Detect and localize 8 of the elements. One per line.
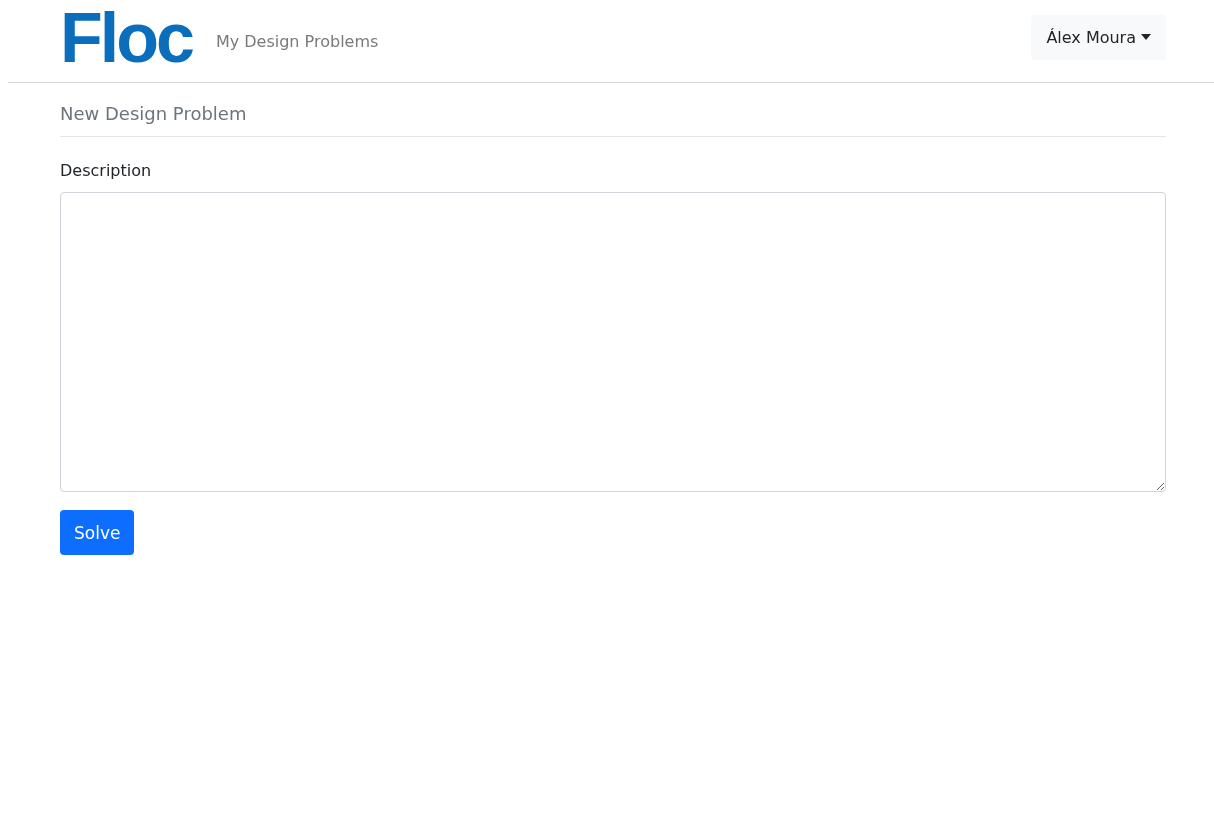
user-menu-button[interactable]: Álex Moura — [1031, 14, 1166, 60]
description-field[interactable] — [60, 192, 1166, 492]
solve-button[interactable]: Solve — [60, 510, 135, 555]
brand-logo[interactable]: Floc — [60, 3, 192, 73]
field-label: Description — [60, 161, 153, 180]
form-title: New Design Problem — [60, 103, 1166, 137]
caret-icon — [1141, 34, 1151, 40]
nav-link[interactable]: My Design Problems — [215, 31, 379, 51]
